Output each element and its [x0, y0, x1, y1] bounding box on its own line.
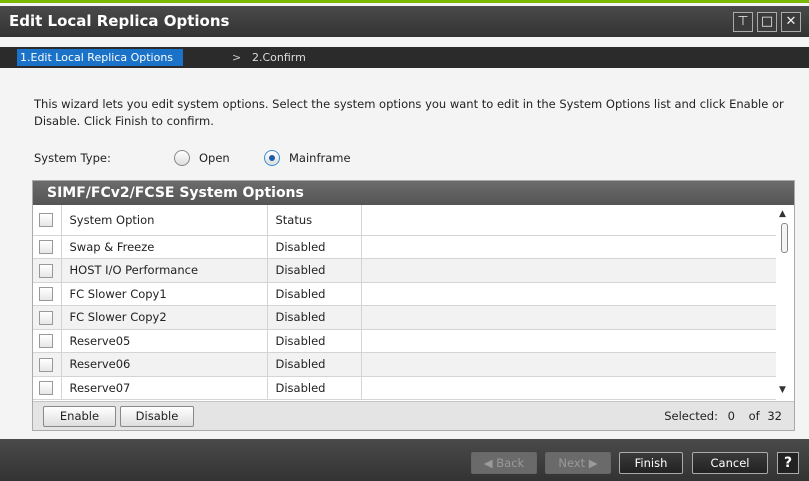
- selection-counter: Selected: 0 of 32: [664, 409, 782, 423]
- disable-button[interactable]: Disable: [120, 406, 194, 427]
- table-row[interactable]: Reserve05 Disabled: [33, 329, 779, 353]
- step-edit-options: 1.Edit Local Replica Options: [17, 49, 184, 66]
- system-option-cell: Reserve05: [61, 329, 268, 353]
- status-cell: Disabled: [267, 282, 362, 306]
- selected-label: Selected:: [664, 409, 718, 423]
- wizard-steps: 1.Edit Local Replica Options > 2.Confirm: [0, 47, 809, 68]
- next-arrow-icon: ▶: [588, 456, 598, 470]
- row-checkbox[interactable]: [39, 240, 53, 254]
- table-scrollbar[interactable]: ▲ ▼: [776, 205, 794, 401]
- system-options-panel: SIMF/FCv2/FCSE System Options System Opt…: [32, 180, 795, 431]
- status-cell: Disabled: [267, 376, 362, 400]
- finish-button[interactable]: Finish: [619, 452, 683, 474]
- table-row[interactable]: FC Slower Copy1 Disabled: [33, 282, 779, 306]
- row-checkbox[interactable]: [39, 287, 53, 301]
- back-arrow-icon: ◀: [483, 456, 493, 470]
- wizard-description: This wizard lets you edit system options…: [34, 97, 784, 128]
- wizard-footer: ◀ Back Next ▶ Finish Cancel ?: [0, 439, 809, 481]
- maximize-icon[interactable]: □: [757, 12, 777, 32]
- column-header-empty: [361, 205, 779, 236]
- table-row[interactable]: HOST I/O Performance Disabled: [33, 258, 779, 283]
- step-confirm: 2.Confirm: [252, 51, 306, 64]
- row-checkbox[interactable]: [39, 310, 53, 325]
- radio-open-label[interactable]: Open: [199, 151, 230, 165]
- row-checkbox[interactable]: [39, 263, 53, 278]
- radio-mainframe-label[interactable]: Mainframe: [289, 151, 351, 165]
- system-option-cell: Reserve07: [61, 376, 268, 400]
- status-cell: Disabled: [267, 258, 362, 283]
- status-cell: Disabled: [267, 329, 362, 353]
- row-checkbox[interactable]: [39, 357, 53, 372]
- status-cell: Disabled: [267, 305, 362, 330]
- radio-mainframe[interactable]: [264, 150, 280, 166]
- of-label: of: [748, 409, 760, 423]
- scroll-up-icon[interactable]: ▲: [779, 209, 786, 219]
- scroll-thumb[interactable]: [781, 223, 788, 253]
- help-icon[interactable]: ?: [777, 452, 799, 474]
- radio-open[interactable]: [174, 150, 190, 166]
- system-option-cell: Swap & Freeze: [61, 235, 268, 259]
- scroll-down-icon[interactable]: ▼: [779, 385, 786, 395]
- status-cell: Disabled: [267, 352, 362, 377]
- select-all-cell: [33, 205, 62, 236]
- enable-button[interactable]: Enable: [43, 406, 116, 427]
- pin-icon[interactable]: ⊤: [733, 12, 753, 32]
- step-separator: >: [232, 51, 242, 64]
- column-header-status[interactable]: Status: [267, 205, 362, 236]
- select-all-checkbox[interactable]: [39, 213, 53, 227]
- table-row[interactable]: Reserve07 Disabled: [33, 376, 779, 400]
- window-title: Edit Local Replica Options: [9, 12, 230, 30]
- row-checkbox[interactable]: [39, 381, 53, 395]
- close-icon[interactable]: ✕: [781, 12, 801, 32]
- system-option-cell: Reserve06: [61, 352, 268, 377]
- system-options-table: System Option Status Swap & Freeze Disab…: [33, 205, 779, 400]
- column-header-system-option[interactable]: System Option: [61, 205, 268, 236]
- panel-title: SIMF/FCv2/FCSE System Options: [33, 181, 794, 205]
- title-bar: Edit Local Replica Options ⊤ □ ✕: [0, 6, 809, 37]
- status-cell: Disabled: [267, 235, 362, 259]
- row-checkbox[interactable]: [39, 334, 53, 348]
- selected-count: 0: [727, 409, 735, 423]
- table-row[interactable]: FC Slower Copy2 Disabled: [33, 305, 779, 330]
- back-button[interactable]: ◀ Back: [471, 452, 537, 474]
- table-row[interactable]: Reserve06 Disabled: [33, 352, 779, 377]
- system-type-label: System Type:: [34, 151, 111, 165]
- next-label: Next: [558, 456, 586, 470]
- total-count: 32: [767, 409, 782, 423]
- system-option-cell: FC Slower Copy1: [61, 282, 268, 306]
- next-button[interactable]: Next ▶: [545, 452, 611, 474]
- system-option-cell: FC Slower Copy2: [61, 305, 268, 330]
- table-row[interactable]: Swap & Freeze Disabled: [33, 235, 779, 259]
- back-label: Back: [496, 456, 525, 470]
- cancel-button[interactable]: Cancel: [692, 452, 768, 474]
- wizard-window: Edit Local Replica Options ⊤ □ ✕ 1.Edit …: [0, 0, 809, 481]
- panel-toolbar: Enable Disable Selected: 0 of 32: [33, 401, 794, 430]
- system-option-cell: HOST I/O Performance: [61, 258, 268, 283]
